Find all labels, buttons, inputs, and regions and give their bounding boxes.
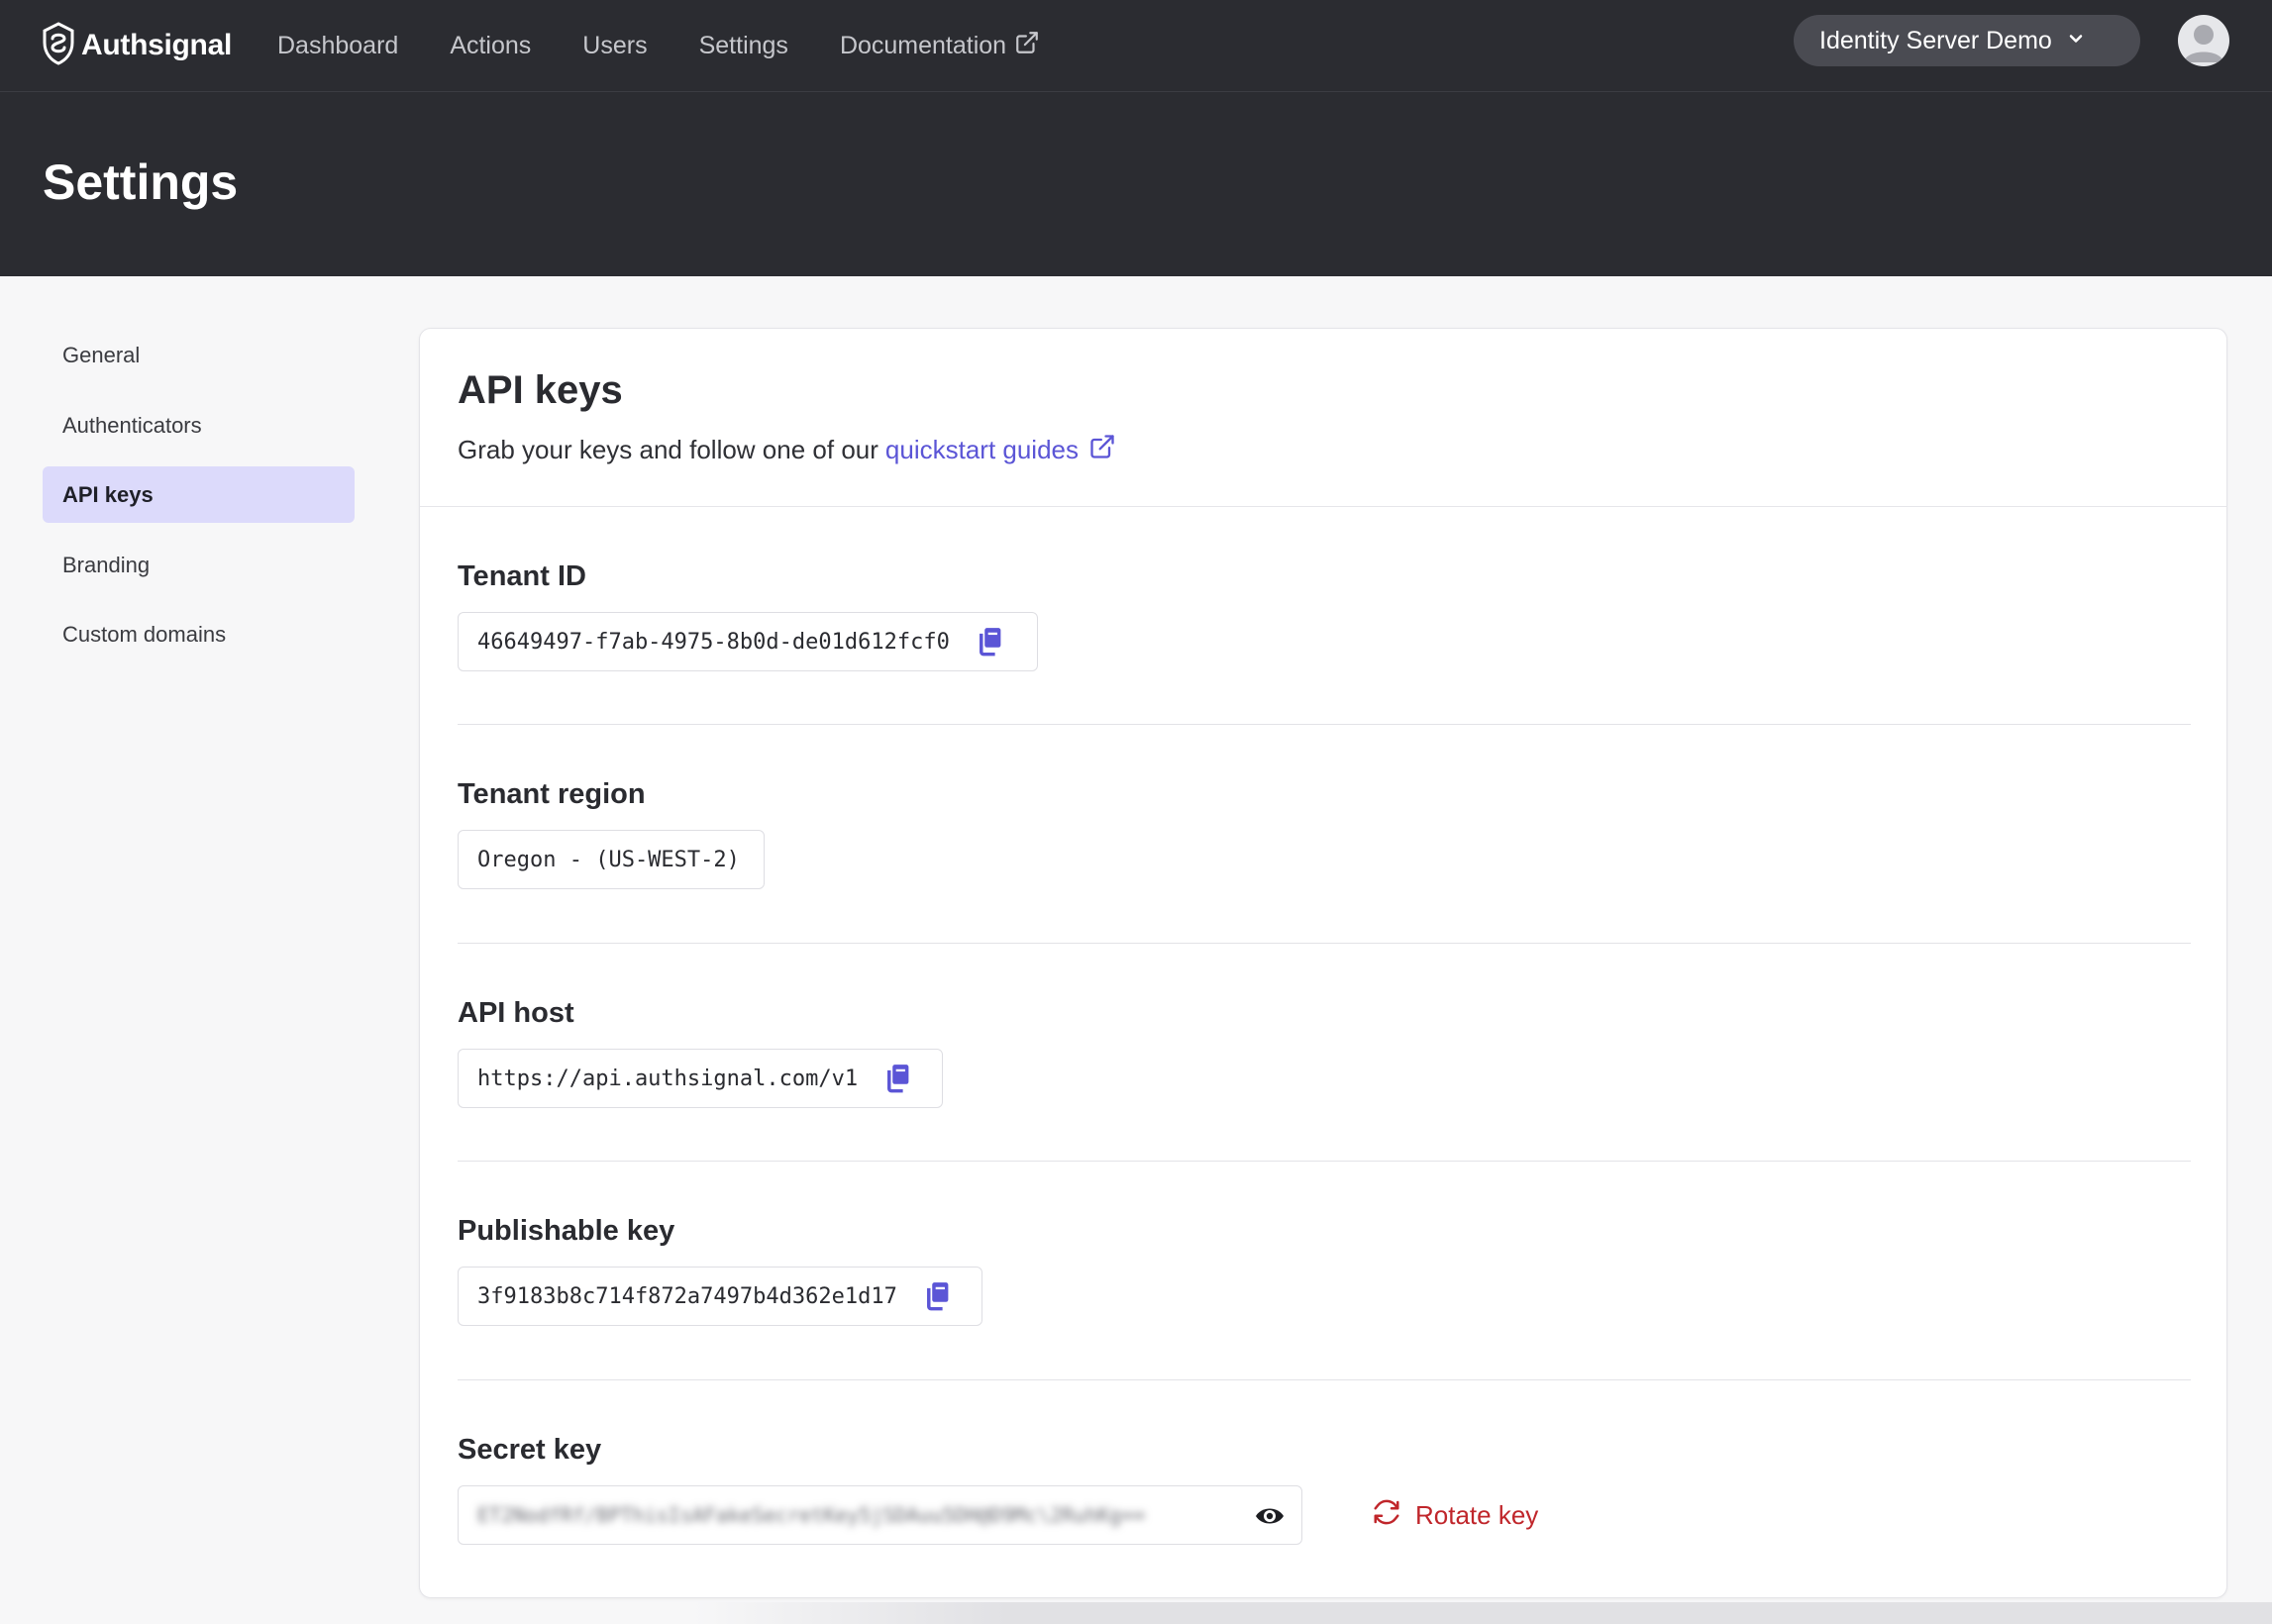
page-header: Settings (0, 92, 2272, 276)
eye-icon[interactable] (1254, 1501, 1286, 1531)
brand-name: Authsignal (81, 29, 232, 61)
chevron-down-icon (2052, 27, 2086, 55)
secret-key-value: ET2NodfRf/BPThisIsAFakeSecretKey5jSDAuu5… (477, 1503, 1146, 1527)
tenant-id-label: Tenant ID (458, 560, 586, 592)
nav-item-documentation[interactable]: Documentation (840, 30, 1040, 62)
secret-key-field: ET2NodfRf/BPThisIsAFakeSecretKey5jSDAuu5… (458, 1485, 1302, 1545)
divider (458, 943, 2191, 944)
api-host-value: https://api.authsignal.com/v1 (477, 1066, 859, 1091)
tenant-switcher[interactable]: Identity Server Demo (1794, 15, 2140, 66)
tenant-id-section: Tenant ID 46649497-f7ab-4975-8b0d-de01d6… (458, 560, 2191, 671)
rotate-key-label: Rotate key (1415, 1499, 1539, 1530)
publishable-key-value: 3f9183b8c714f872a7497b4d362e1d17 (477, 1283, 897, 1309)
tenant-switcher-label: Identity Server Demo (1819, 26, 2052, 54)
divider (458, 724, 2191, 725)
nav-item-documentation-label: Documentation (839, 31, 1007, 59)
divider (458, 1379, 2191, 1380)
secret-key-label: Secret key (458, 1434, 602, 1466)
sidebar-item-api-keys[interactable]: API keys (43, 466, 355, 523)
settings-sidebar: General Authenticators API keys Branding… (43, 327, 355, 676)
api-host-section: API host https://api.authsignal.com/v1 (458, 997, 2191, 1108)
user-avatar-icon[interactable] (2178, 15, 2229, 66)
tenant-id-field: 46649497-f7ab-4975-8b0d-de01d612fcf0 (458, 612, 1038, 671)
refresh-icon (1372, 1497, 1415, 1534)
tenant-region-field: Oregon - (US-WEST-2) (458, 830, 765, 889)
tenant-region-value: Oregon - (US-WEST-2) (477, 847, 740, 872)
tenant-region-label: Tenant region (458, 778, 646, 810)
api-host-label: API host (458, 997, 574, 1029)
quickstart-guides-link-label: quickstart guides (884, 435, 1080, 464)
publishable-key-section: Publishable key 3f9183b8c714f872a7497b4d… (458, 1215, 2191, 1326)
main-nav: Dashboard Actions Users Settings Documen… (277, 30, 1091, 62)
nav-item-users[interactable]: Users (582, 32, 647, 60)
page-title: Settings (43, 154, 239, 210)
top-nav-bar: Authsignal Dashboard Actions Users Setti… (0, 0, 2272, 92)
copy-icon[interactable] (881, 1062, 915, 1095)
api-host-field: https://api.authsignal.com/v1 (458, 1049, 943, 1108)
tenant-id-value: 46649497-f7ab-4975-8b0d-de01d612fcf0 (477, 629, 950, 655)
sidebar-item-branding[interactable]: Branding (43, 537, 355, 593)
quickstart-guides-link[interactable]: quickstart guides (885, 433, 1116, 467)
external-link-icon (1079, 433, 1116, 467)
nav-item-dashboard[interactable]: Dashboard (277, 32, 398, 60)
secret-key-section: Secret key ET2NodfRf/BPThisIsAFakeSecret… (458, 1434, 2191, 1545)
card-subtitle-text: Grab your keys and follow one of our (458, 435, 878, 464)
copy-icon[interactable] (921, 1279, 955, 1313)
external-link-icon (1006, 30, 1040, 62)
authsignal-logo-icon (42, 21, 75, 70)
card-header: API keys Grab your keys and follow one o… (420, 329, 2226, 507)
sidebar-item-general[interactable]: General (43, 327, 355, 383)
rotate-key-button[interactable]: Rotate key (1372, 1485, 1538, 1545)
nav-item-actions[interactable]: Actions (450, 32, 531, 60)
publishable-key-field: 3f9183b8c714f872a7497b4d362e1d17 (458, 1267, 982, 1326)
nav-item-settings[interactable]: Settings (699, 32, 788, 60)
publishable-key-label: Publishable key (458, 1215, 675, 1247)
card-subtitle: Grab your keys and follow one of our qui… (458, 433, 1116, 467)
tenant-region-section: Tenant region Oregon - (US-WEST-2) (458, 778, 2191, 889)
copy-icon[interactable] (974, 625, 1007, 659)
sidebar-item-custom-domains[interactable]: Custom domains (43, 606, 355, 662)
card-title: API keys (458, 368, 623, 412)
brand[interactable]: Authsignal (42, 21, 232, 70)
divider (458, 1161, 2191, 1162)
sidebar-item-authenticators[interactable]: Authenticators (43, 397, 355, 454)
page-bottom-shadow (693, 1602, 2272, 1624)
api-keys-card: API keys Grab your keys and follow one o… (419, 328, 2227, 1598)
